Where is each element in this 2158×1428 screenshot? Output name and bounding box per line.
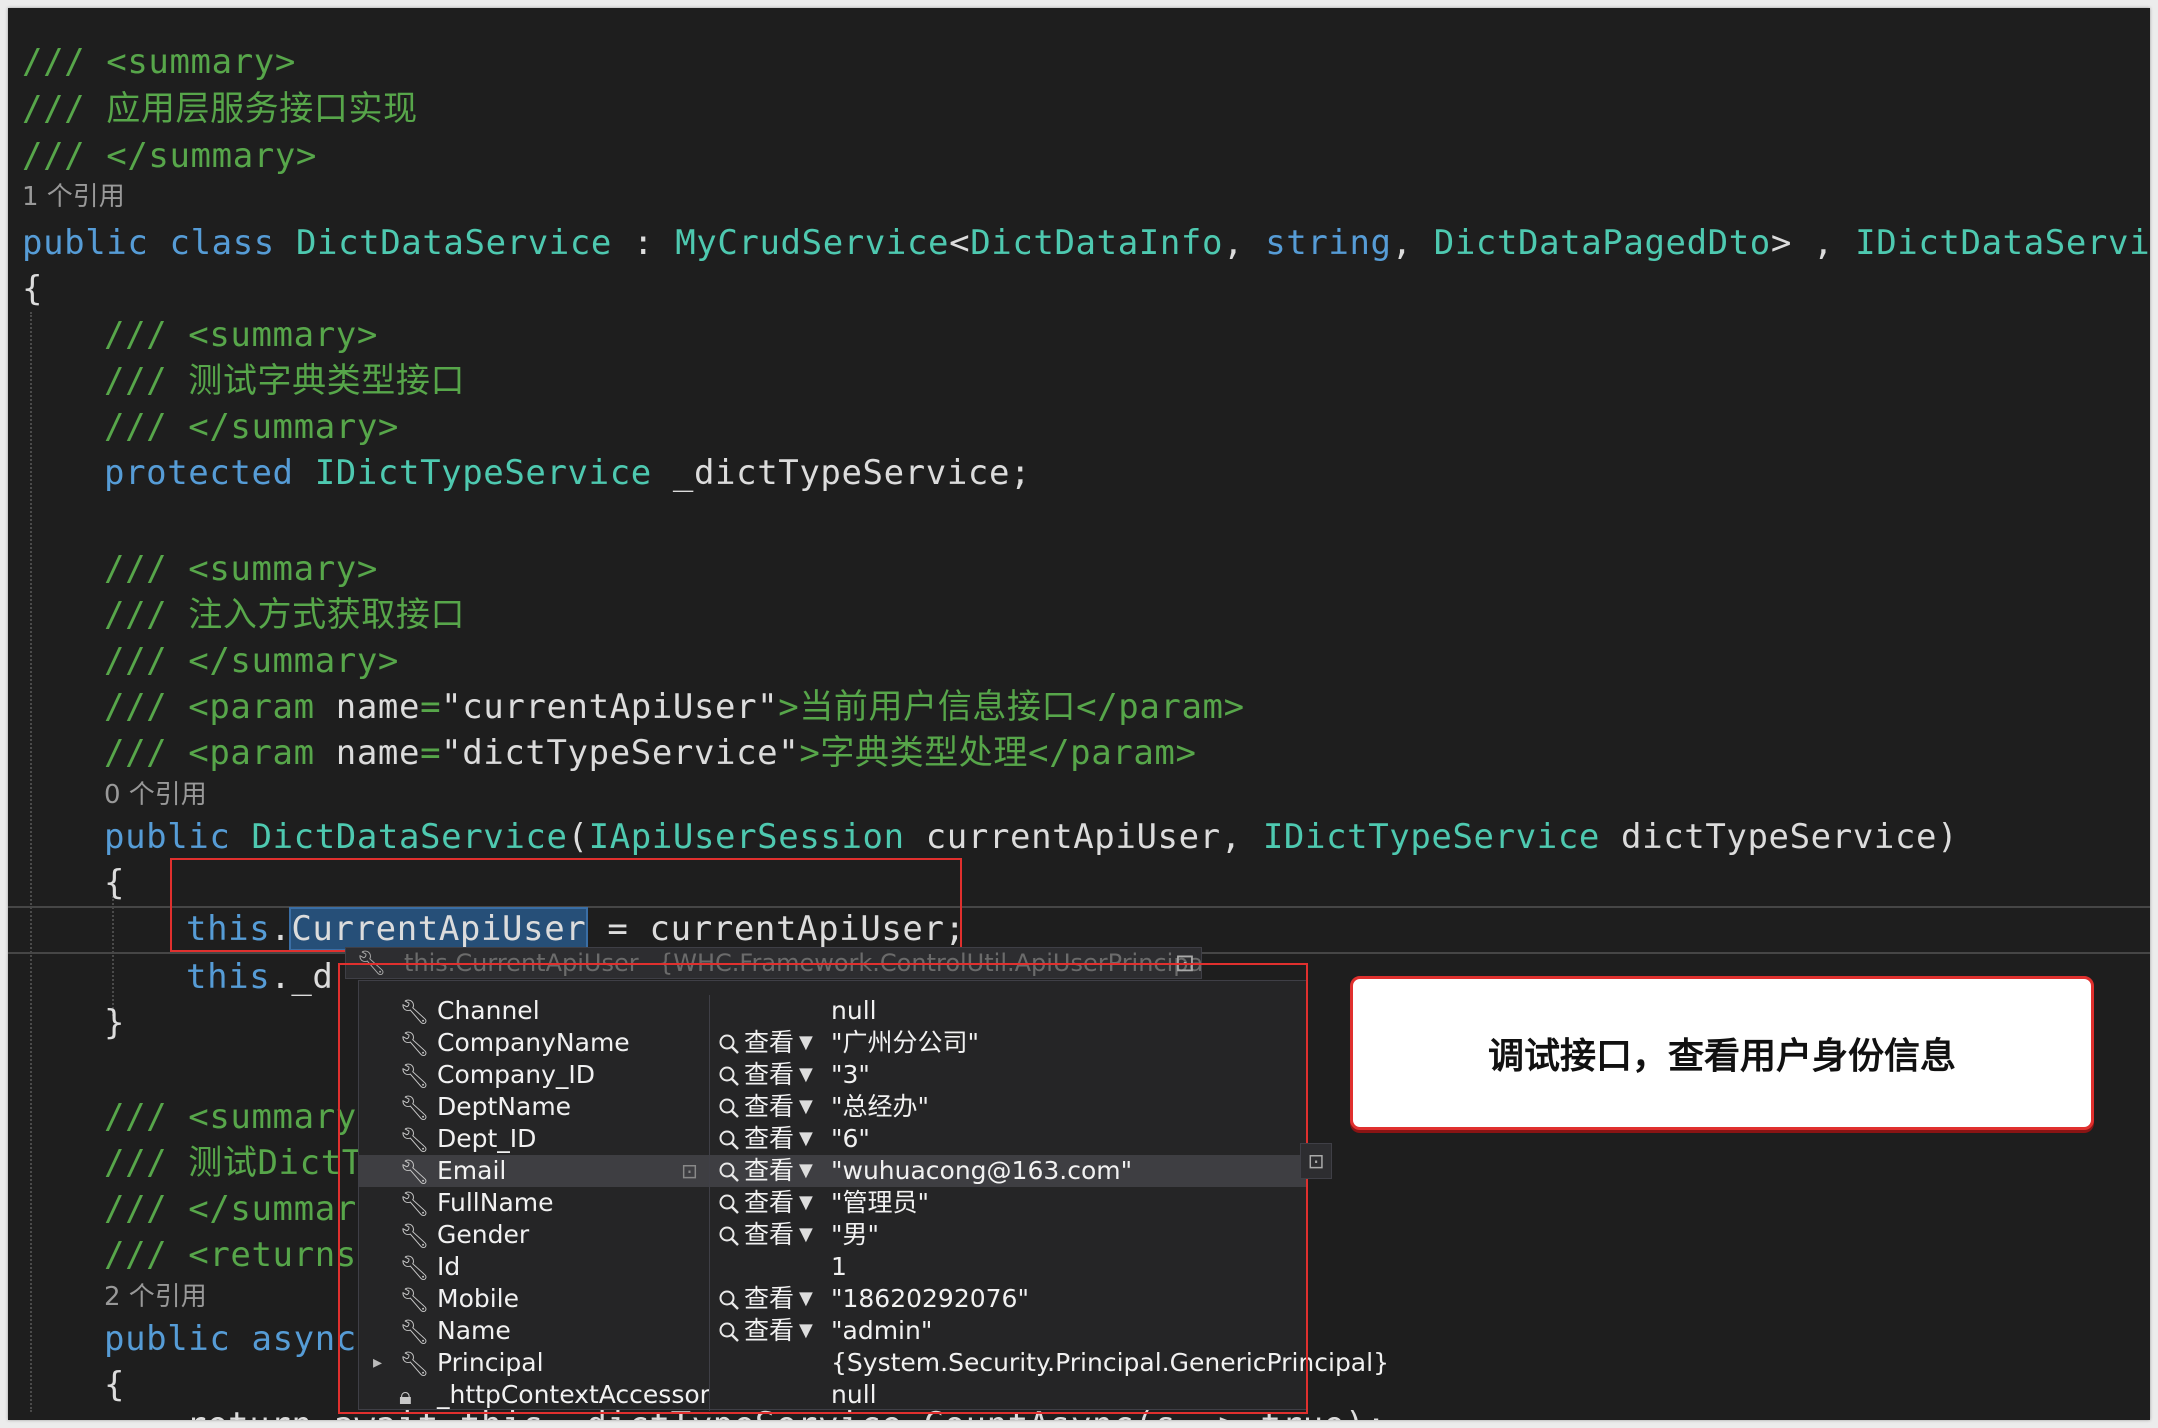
code-line[interactable]: /// <returns> — [104, 1232, 378, 1278]
callout-text: 调试接口，查看用户身份信息 — [1487, 1036, 1956, 1077]
code-line[interactable]: } — [104, 1000, 125, 1046]
code-line[interactable]: /// <summary> — [104, 546, 378, 592]
keyword: public — [22, 223, 149, 263]
comment: /// </summary> — [104, 641, 399, 681]
brace: { — [104, 1365, 126, 1405]
reference-count[interactable]: 2 个引用 — [104, 1280, 207, 1314]
punct: , — [1391, 223, 1434, 263]
code-line[interactable]: /// <summary> — [104, 1094, 378, 1140]
code-line[interactable]: /// 注入方式获取接口 — [104, 592, 465, 638]
field-declaration[interactable]: protected IDictTypeService _dictTypeServ… — [104, 450, 1031, 496]
comment: /// <summary> — [22, 42, 296, 82]
type-name[interactable]: DictDataInfo — [970, 223, 1223, 263]
punct: , — [1223, 223, 1266, 263]
comment: /// <summary> — [104, 549, 378, 589]
comment: /// <param — [104, 687, 336, 727]
code-line[interactable]: /// 测试DictT — [104, 1140, 363, 1186]
type-name[interactable]: IDictTypeService — [315, 453, 652, 493]
annotation-callout: 调试接口，查看用户身份信息 — [1350, 976, 2094, 1130]
comment: /// 测试字典类型接口 — [104, 361, 466, 401]
code-line[interactable]: { — [104, 860, 125, 906]
class-name[interactable]: DictDataService — [252, 817, 568, 857]
brace: } — [104, 1003, 126, 1043]
comment: /// <summary> — [104, 315, 378, 355]
class-name[interactable]: DictDataService — [296, 223, 612, 263]
comment: /// <returns> — [104, 1235, 378, 1275]
comment: /// </summary — [104, 1189, 378, 1229]
xml-attribute: name — [335, 733, 421, 773]
code-line[interactable]: /// </summary> — [104, 404, 399, 450]
identifier[interactable]: _dictTypeService; — [652, 453, 1031, 493]
comment: /// 测试DictT — [104, 1143, 363, 1183]
comment: >当前用户信息接口</param> — [778, 687, 1245, 727]
comment: /// 应用层服务接口实现 — [22, 89, 418, 129]
pin-icon[interactable]: ⊡ — [1300, 1143, 1332, 1179]
comment: /// </summary> — [104, 407, 399, 447]
comment: = — [420, 733, 442, 773]
code-line[interactable]: /// 测试字典类型接口 — [104, 358, 465, 404]
annotation-box-datatip — [338, 963, 1308, 1414]
punct: : — [611, 223, 676, 263]
comment: >字典类型处理</param> — [799, 733, 1197, 773]
reference-count[interactable]: 0 个引用 — [104, 778, 207, 812]
comment: /// 注入方式获取接口 — [104, 595, 466, 635]
keyword: this — [186, 957, 271, 997]
keyword: public — [104, 1319, 231, 1359]
type-name[interactable]: MyCrudService — [675, 223, 949, 263]
code-line[interactable]: /// 应用层服务接口实现 — [22, 86, 418, 132]
xml-value: "dictTypeService" — [441, 733, 800, 773]
code-line[interactable]: { — [22, 266, 43, 312]
code-line[interactable]: { — [104, 1362, 125, 1408]
punct: < — [949, 223, 971, 263]
type-name[interactable]: DictDataPagedDto — [1434, 223, 1771, 263]
indent-guide — [30, 312, 32, 1412]
comment: /// <param — [104, 733, 336, 773]
code-line[interactable]: /// <summary> — [22, 39, 296, 85]
comment: = — [420, 687, 442, 727]
brace: { — [22, 269, 44, 309]
identifier[interactable]: dictTypeService) — [1600, 817, 1958, 857]
punct: ( — [567, 817, 589, 857]
comment: /// <summary> — [104, 1097, 378, 1137]
keyword: public — [104, 817, 231, 857]
constructor-declaration[interactable]: public DictDataService(IApiUserSession c… — [104, 814, 1958, 860]
comment: /// </summary> — [22, 136, 317, 176]
keyword: string — [1265, 223, 1392, 263]
type-name[interactable]: IApiUserSession — [589, 817, 905, 857]
type-name[interactable]: IDictDataService — [1855, 223, 2150, 263]
keyword: protected — [104, 453, 294, 493]
code-line[interactable]: /// <param name="dictTypeService">字典类型处理… — [104, 730, 1197, 776]
xml-value: "currentApiUser" — [441, 687, 779, 727]
brace: { — [104, 863, 126, 903]
keyword: class — [169, 223, 275, 263]
code-line[interactable]: /// </summary> — [104, 638, 399, 684]
code-line[interactable]: this._d — [186, 954, 334, 1000]
method-declaration[interactable]: public async — [104, 1316, 357, 1362]
reference-count[interactable]: 1 个引用 — [22, 180, 125, 214]
identifier[interactable]: currentApiUser, — [905, 817, 1263, 857]
code-line[interactable]: /// <summary> — [104, 312, 378, 358]
xml-attribute: name — [335, 687, 421, 727]
identifier[interactable]: ._d — [270, 957, 333, 997]
code-line[interactable]: /// <param name="currentApiUser">当前用户信息接… — [104, 684, 1245, 730]
class-declaration[interactable]: public class DictDataService : MyCrudSer… — [22, 220, 2150, 266]
code-line[interactable]: /// </summary> — [22, 133, 317, 179]
annotation-box-current-line — [170, 858, 962, 952]
code-line[interactable]: /// </summary — [104, 1186, 378, 1232]
type-name[interactable]: IDictTypeService — [1263, 817, 1600, 857]
punct: > , — [1770, 223, 1856, 263]
